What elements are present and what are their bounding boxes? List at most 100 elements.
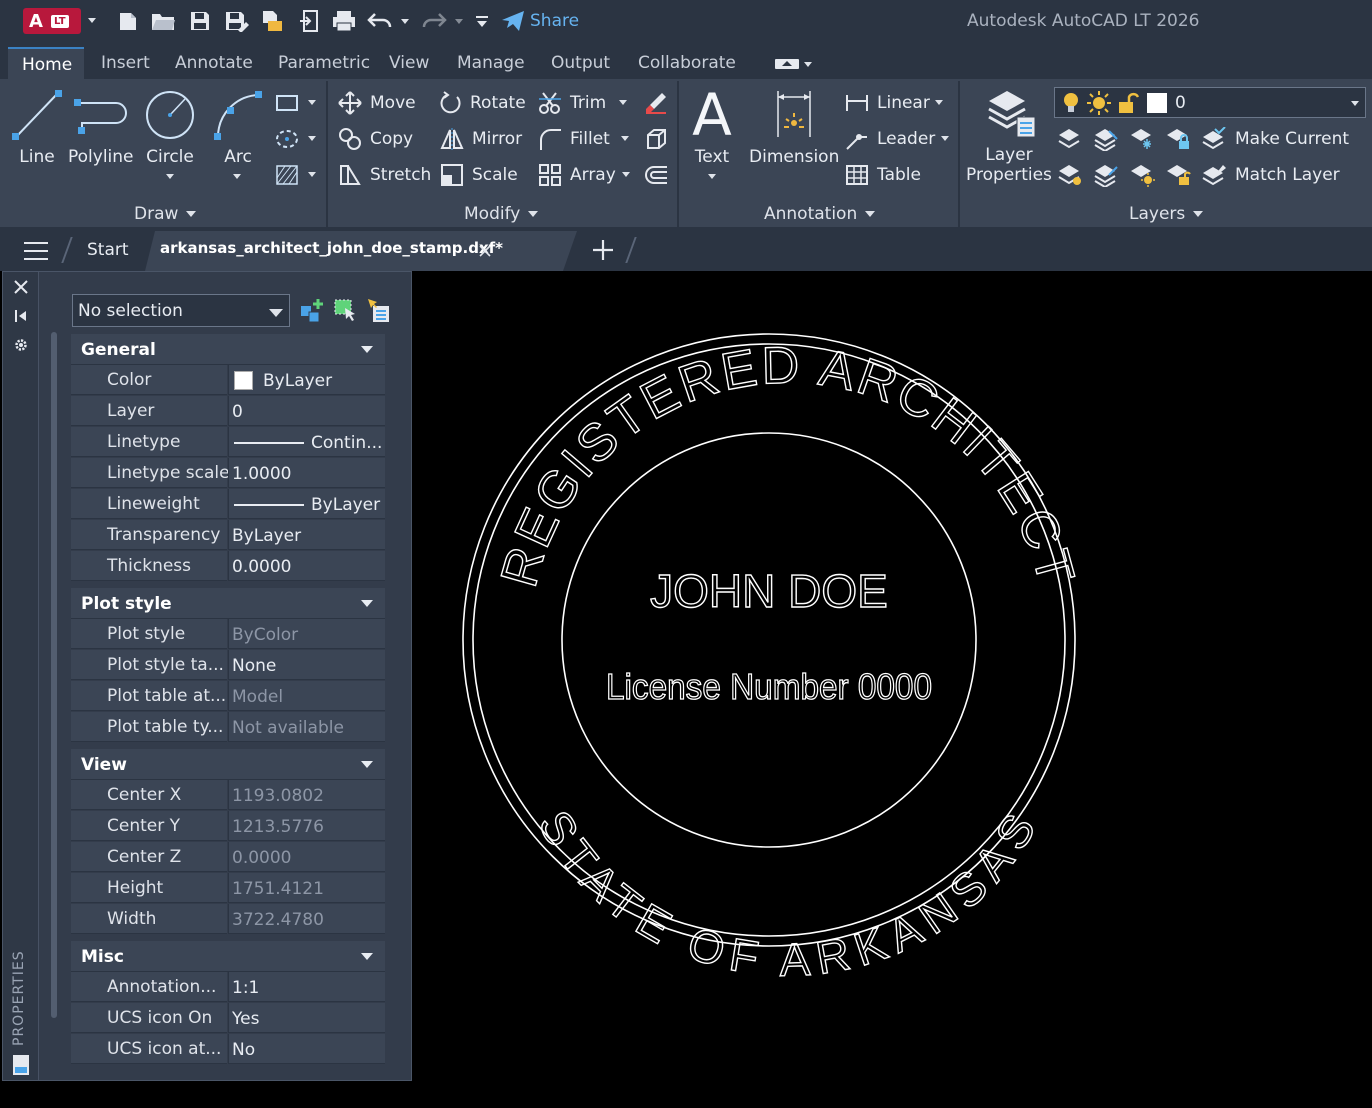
rectangle-button[interactable] <box>274 90 300 116</box>
stretch-button[interactable]: Stretch <box>338 162 431 188</box>
save-as-icon[interactable] <box>222 8 252 34</box>
palette-title-strip[interactable]: PROPERTIES <box>3 272 39 1080</box>
property-row[interactable]: Width 3722.4780 <box>71 904 385 935</box>
tab-collaborate[interactable]: Collaborate <box>638 53 736 73</box>
property-row[interactable]: Center Z 0.0000 <box>71 842 385 873</box>
hatch-chevron-down-icon[interactable] <box>308 172 316 177</box>
layer-properties-button[interactable]: Layer Properties <box>966 87 1052 185</box>
selection-dropdown[interactable]: No selection <box>72 294 290 327</box>
layer-lock-button[interactable] <box>1165 126 1191 152</box>
property-row[interactable]: Center Y 1213.5776 <box>71 811 385 842</box>
text-chevron-down-icon[interactable] <box>708 174 716 179</box>
import-icon[interactable] <box>296 8 322 34</box>
property-value[interactable]: ByLayer <box>228 365 385 395</box>
ribbon-display-chevron-down-icon[interactable] <box>804 62 812 67</box>
property-row[interactable]: UCS icon On Yes <box>71 1003 385 1034</box>
property-value[interactable]: 0.0000 <box>228 551 385 581</box>
undo-icon[interactable] <box>366 8 394 34</box>
app-menu-button[interactable]: A LT <box>23 8 81 34</box>
dimension-button[interactable]: Dimension <box>749 87 839 167</box>
toggle-pickadd-icon[interactable] <box>299 298 325 324</box>
layer-isolate-button[interactable] <box>1093 126 1119 152</box>
share-icon[interactable] <box>500 8 526 34</box>
document-tab-active[interactable]: arkansas_architect_john_doe_stamp.dxf* <box>145 231 577 271</box>
tab-parametric[interactable]: Parametric <box>278 53 370 73</box>
arc-chevron-down-icon[interactable] <box>233 174 241 179</box>
hamburger-menu-icon[interactable] <box>24 241 48 260</box>
publish-icon[interactable] <box>258 8 286 34</box>
plot-printer-icon[interactable] <box>330 8 358 34</box>
property-row[interactable]: Lineweight ByLayer <box>71 489 385 520</box>
trim-chevron-down-icon[interactable] <box>619 100 627 105</box>
quick-select-icon[interactable] <box>365 298 391 324</box>
erase-button[interactable] <box>644 90 668 116</box>
property-value[interactable]: ByLayer <box>228 489 385 519</box>
layer-freeze-button[interactable] <box>1129 126 1155 152</box>
offset-button[interactable] <box>644 162 668 188</box>
property-row[interactable]: UCS icon at... No <box>71 1034 385 1065</box>
property-row[interactable]: Transparency ByLayer <box>71 520 385 551</box>
hatch-button[interactable] <box>274 162 300 188</box>
layers-panel-title[interactable]: Layers <box>1129 204 1203 224</box>
close-palette-icon[interactable] <box>14 280 28 294</box>
property-row[interactable]: Thickness 0.0000 <box>71 551 385 582</box>
mirror-button[interactable]: Mirror <box>440 126 522 152</box>
tab-view[interactable]: View <box>389 53 429 73</box>
modify-panel-title[interactable]: Modify <box>464 204 538 224</box>
drawing-canvas[interactable]: REGISTERED ARCHITECT STATE OF ARKANSAS J… <box>412 271 1372 1108</box>
redo-chevron-down-icon[interactable] <box>455 19 463 24</box>
start-tab[interactable]: Start <box>87 240 129 260</box>
property-value[interactable]: 1:1 <box>228 972 385 1002</box>
tab-output[interactable]: Output <box>551 53 610 73</box>
section-header-misc[interactable]: Misc <box>71 941 385 972</box>
collapse-section-chevron-icon[interactable] <box>361 761 373 768</box>
circle-chevron-down-icon[interactable] <box>166 174 174 179</box>
make-current-button[interactable]: Make Current <box>1201 126 1349 152</box>
ellipse-chevron-down-icon[interactable] <box>308 136 316 141</box>
property-value[interactable]: Yes <box>228 1003 385 1033</box>
new-file-icon[interactable] <box>114 8 142 34</box>
save-icon[interactable] <box>186 8 214 34</box>
app-menu-chevron-down-icon[interactable] <box>88 18 96 23</box>
tab-home[interactable]: Home <box>8 47 84 79</box>
layer-off-button[interactable] <box>1057 126 1083 152</box>
trim-button[interactable]: Trim <box>538 90 606 116</box>
layer-unlock-button[interactable] <box>1165 162 1191 188</box>
circle-button[interactable]: Circle <box>143 87 197 167</box>
property-value[interactable]: 1.0000 <box>228 458 385 488</box>
property-row[interactable]: Annotation... 1:1 <box>71 972 385 1003</box>
ribbon-display-toggle-icon[interactable] <box>775 59 799 69</box>
property-row[interactable]: Plot style ByColor <box>71 619 385 650</box>
match-layer-button[interactable]: Match Layer <box>1201 162 1340 188</box>
property-value[interactable]: Contin... <box>228 427 385 457</box>
rotate-button[interactable]: Rotate <box>440 90 526 116</box>
collapse-section-chevron-icon[interactable] <box>361 346 373 353</box>
annotation-panel-title[interactable]: Annotation <box>764 204 875 224</box>
move-button[interactable]: Move <box>338 90 416 116</box>
property-row[interactable]: Plot table at... Model <box>71 681 385 712</box>
tab-insert[interactable]: Insert <box>101 53 150 73</box>
layer-thaw-button[interactable] <box>1129 162 1155 188</box>
property-row[interactable]: Plot style ta... None <box>71 650 385 681</box>
share-button[interactable]: Share <box>530 11 579 31</box>
layer-unisolate-button[interactable] <box>1093 162 1119 188</box>
undo-chevron-down-icon[interactable] <box>401 19 409 24</box>
text-button[interactable]: A Text <box>690 85 734 167</box>
array-button[interactable]: Array <box>538 162 616 188</box>
property-row[interactable]: Center X 1193.0802 <box>71 780 385 811</box>
redo-icon[interactable] <box>420 8 448 34</box>
scale-button[interactable]: Scale <box>440 162 518 188</box>
table-button[interactable]: Table <box>845 162 921 188</box>
arc-button[interactable]: Arc <box>212 87 264 167</box>
property-row[interactable]: Color ByLayer <box>71 365 385 396</box>
rectangle-chevron-down-icon[interactable] <box>308 100 316 105</box>
array-chevron-down-icon[interactable] <box>622 172 630 177</box>
property-row[interactable]: Height 1751.4121 <box>71 873 385 904</box>
new-tab-plus-icon[interactable] <box>592 239 614 261</box>
property-value[interactable]: No <box>228 1034 385 1064</box>
customize-qat-icon[interactable] <box>472 8 492 34</box>
property-value[interactable]: 0 <box>228 396 385 426</box>
property-value[interactable]: ByLayer <box>228 520 385 550</box>
draw-panel-title[interactable]: Draw <box>134 204 196 224</box>
property-row[interactable]: Linetype scale 1.0000 <box>71 458 385 489</box>
